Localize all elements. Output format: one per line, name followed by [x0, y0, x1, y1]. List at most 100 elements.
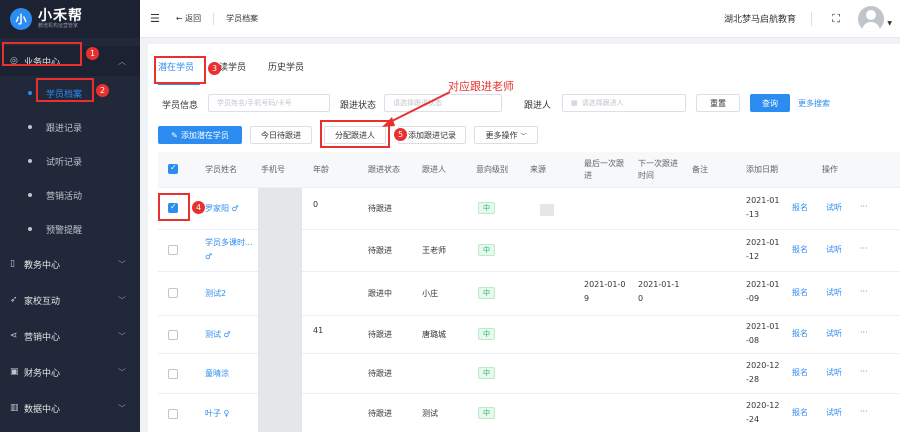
calendar-icon: ▦ [571, 99, 578, 107]
tab-history-students[interactable]: 历史学员 [268, 60, 304, 80]
column-header: 添加日期 [746, 165, 778, 174]
trial-link[interactable]: 试听 [826, 367, 842, 378]
row-checkbox[interactable] [168, 288, 178, 298]
divider [811, 11, 812, 26]
age-cell: 41 [313, 326, 324, 335]
intent-level-tag: 中 [478, 287, 495, 299]
enroll-link[interactable]: 报名 [792, 328, 808, 339]
table-row[interactable]: 学员多课时...♂ 待跟进 王老师 中 2021-01-12 报名 试听 ··· [158, 230, 900, 272]
more-icon[interactable]: ··· [860, 328, 868, 337]
sidebar-item-trial-records[interactable]: 试听记录 [0, 144, 140, 178]
row-checkbox[interactable] [168, 369, 178, 379]
phone-blurred [258, 272, 302, 316]
annotation-text: 对应跟进老师 [448, 80, 514, 93]
reset-button[interactable]: 重置 [696, 94, 740, 112]
column-header: 手机号 [261, 165, 285, 174]
next-followup-cell: 2021-01-10 [638, 280, 680, 303]
phone-blurred [258, 316, 302, 354]
phone-blurred [258, 230, 302, 272]
add-potential-student-button[interactable]: ✎ 添加潜在学员 [158, 126, 242, 144]
enroll-link[interactable]: 报名 [792, 202, 808, 213]
row-checkbox[interactable] [168, 409, 178, 419]
more-icon[interactable]: ··· [860, 367, 868, 376]
table-row[interactable]: 叶子 ♀ 待跟进 测试 中 2020-12-24 报名 试听 ··· [158, 394, 900, 432]
select-all-checkbox[interactable] [168, 163, 178, 174]
query-button[interactable]: 查询 [750, 94, 790, 112]
student-name-link[interactable]: 童晴涂 [205, 367, 229, 381]
trial-link[interactable]: 试听 [826, 202, 842, 213]
last-followup-cell: 2021-01-09 [584, 280, 626, 303]
table-row[interactable]: 童晴涂 待跟进 中 2020-12-28 报名 试听 ··· [158, 354, 900, 394]
student-name-link[interactable]: 学员多课时...♂ [205, 236, 255, 264]
phone-blurred [258, 354, 302, 394]
enroll-link[interactable]: 报名 [792, 244, 808, 255]
column-header: 最后一次跟进 [584, 159, 624, 180]
intent-level-tag: 中 [478, 407, 495, 419]
fullscreen-icon[interactable]: ⛶ [832, 12, 840, 26]
menu-home-school[interactable]: ➶ 家校互动 ﹀ [0, 282, 140, 318]
menu-academic-center[interactable]: ▯ 教务中心 ﹀ [0, 246, 140, 282]
sidebar-item-followup-records[interactable]: 跟进记录 [0, 110, 140, 144]
send-icon: ➶ [10, 295, 18, 305]
today-followup-button[interactable]: 今日待跟进 [250, 126, 312, 144]
more-icon[interactable]: ··· [860, 407, 868, 416]
follower-cell: 唐璐城 [422, 330, 446, 339]
more-search-link[interactable]: 更多搜索 [798, 98, 830, 109]
enroll-link[interactable]: 报名 [792, 367, 808, 378]
logo-icon: 小 [10, 8, 32, 30]
menu-marketing-center[interactable]: ⋖ 营销中心 ﹀ [0, 318, 140, 354]
trial-link[interactable]: 试听 [826, 328, 842, 339]
sidebar-item-marketing-activity[interactable]: 营销活动 [0, 178, 140, 212]
added-date-cell: 2021-01-09 [746, 280, 780, 303]
table-row[interactable]: 测试 ♂ 41 待跟进 唐璐城 中 2021-01-08 报名 试听 ··· [158, 316, 900, 354]
followup-status-select[interactable]: 请选择跟进状态 [384, 94, 502, 112]
table-header: 学员姓名 手机号 年龄 跟进状态 跟进人 意向级别 来源 最后一次跟进 下一次跟… [158, 152, 900, 188]
followup-person-select[interactable]: ▦ 请选择跟进人 [562, 94, 686, 112]
menu-data-center[interactable]: ▥ 数据中心 ﹀ [0, 390, 140, 426]
back-button[interactable]: ← 返回 [176, 13, 201, 24]
bullet-dot [28, 193, 32, 197]
avatar[interactable] [858, 5, 884, 32]
student-name-link[interactable]: 测试2 [205, 287, 226, 301]
student-name-link[interactable]: 测试 ♂ [205, 328, 231, 342]
brand-name: 小禾帮 [38, 7, 83, 24]
follower-cell: 王老师 [422, 246, 446, 255]
table-row[interactable]: 罗家阳 ♂ 0 待跟进 中 2021-01-13 报名 试听 ··· [158, 188, 900, 230]
trial-link[interactable]: 试听 [826, 244, 842, 255]
row-checkbox[interactable] [168, 330, 178, 340]
share-icon: ⋖ [10, 331, 18, 341]
status-cell: 待跟进 [368, 369, 392, 378]
student-name-link[interactable]: 罗家阳 ♂ [205, 202, 239, 216]
table-row[interactable]: 测试2 跟进中 小庄 中 2021-01-09 2021-01-10 2021-… [158, 272, 900, 316]
status-cell: 跟进中 [368, 289, 392, 298]
status-cell: 待跟进 [368, 330, 392, 339]
sidebar-item-label: 跟进记录 [46, 123, 83, 134]
add-icon: ✎ [171, 130, 178, 140]
status-cell: 待跟进 [368, 246, 392, 255]
column-header: 操作 [822, 165, 838, 174]
sidebar-item-alerts[interactable]: 预警提醒 [0, 212, 140, 246]
menu-toggle-icon[interactable]: ☰ [150, 12, 160, 25]
enroll-link[interactable]: 报名 [792, 287, 808, 298]
placeholder: 学员姓名/手机号码/卡号 [217, 99, 292, 107]
column-header: 来源 [530, 165, 546, 174]
student-name-link[interactable]: 叶子 ♀ [205, 407, 229, 421]
more-icon[interactable]: ··· [860, 244, 868, 253]
trial-link[interactable]: 试听 [826, 407, 842, 418]
organization-name[interactable]: 湖北梦马启航教育 [724, 12, 796, 25]
more-icon[interactable]: ··· [860, 287, 868, 296]
sidebar-item-label: 试听记录 [46, 157, 83, 168]
more-actions-button[interactable]: 更多操作 ﹀ [474, 126, 538, 144]
caret-down-icon[interactable]: ▼ [887, 20, 892, 27]
trial-link[interactable]: 试听 [826, 287, 842, 298]
row-checkbox[interactable] [168, 245, 178, 255]
menu-finance-center[interactable]: ▣ 财务中心 ﹀ [0, 354, 140, 390]
add-followup-record-button[interactable]: 添加跟进记录 [398, 126, 466, 144]
more-icon[interactable]: ··· [860, 202, 868, 211]
column-header: 跟进状态 [368, 165, 400, 174]
student-info-input[interactable]: 学员姓名/手机号码/卡号 [208, 94, 330, 112]
highlight-box-business [2, 42, 82, 66]
bullet-dot [28, 125, 32, 129]
brand-logo[interactable]: 小 小禾帮 教培机构运营管家 [0, 0, 140, 38]
enroll-link[interactable]: 报名 [792, 407, 808, 418]
